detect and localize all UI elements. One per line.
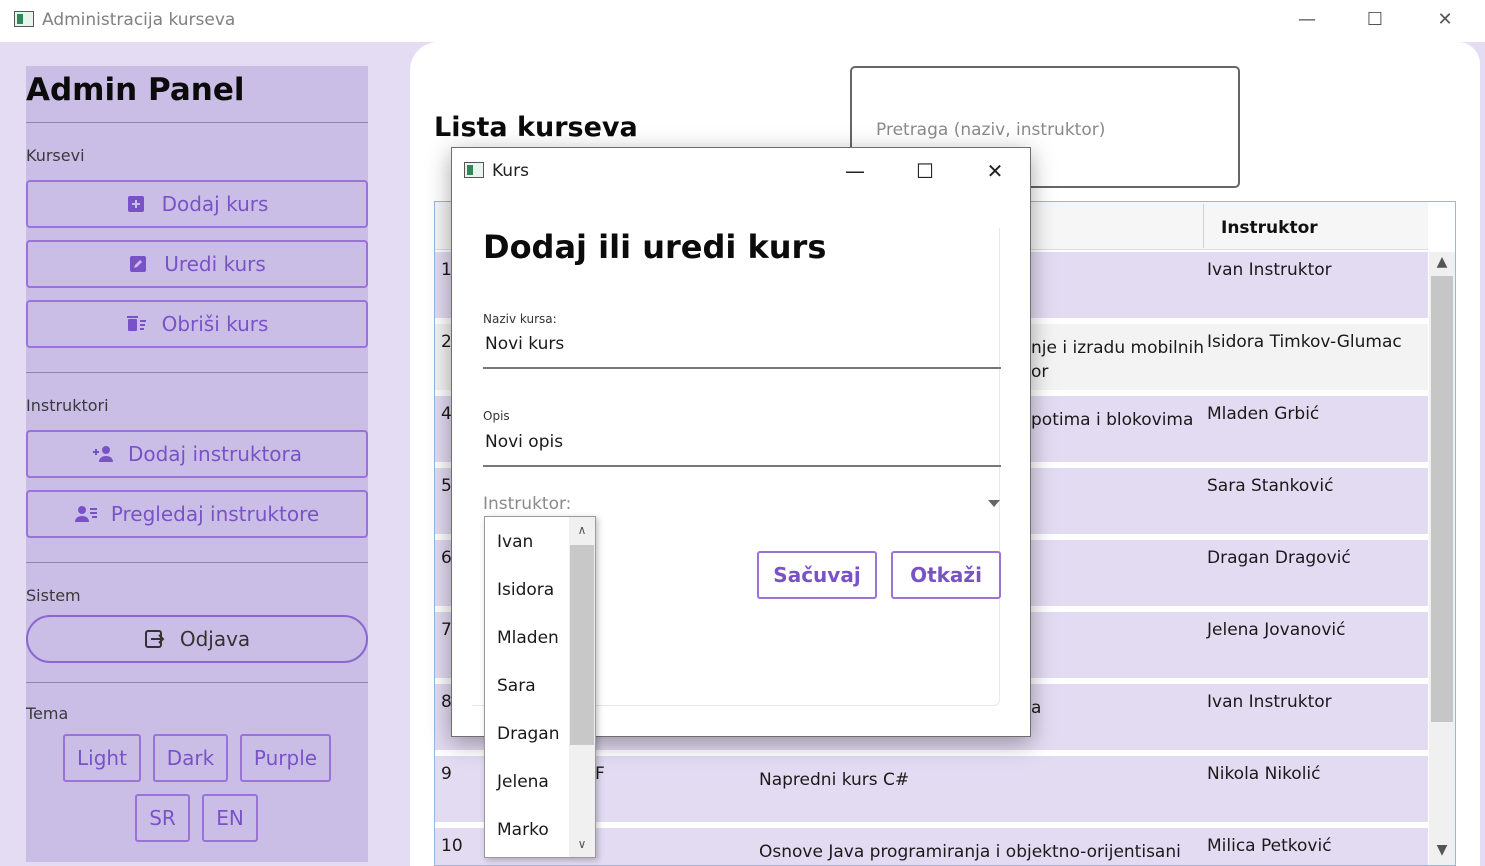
- cell-course: potima i blokovima: [1031, 410, 1194, 430]
- dropdown-scrollbar[interactable]: ∧ ∨: [569, 517, 595, 857]
- minimize-button[interactable]: —: [1284, 4, 1330, 36]
- section-instructors-label: Instruktori: [26, 396, 109, 415]
- cell-instructor: Milica Petković: [1207, 836, 1332, 856]
- instructor-dropdown[interactable]: Ivan Isidora Mladen Sara Dragan Jelena M…: [484, 516, 596, 858]
- name-field[interactable]: Novi kurs: [485, 334, 564, 354]
- sidebar: Admin Panel Kursevi Dodaj kurs Uredi kur…: [26, 66, 368, 862]
- dropdown-option[interactable]: Ivan: [497, 532, 533, 552]
- column-header-instructor[interactable]: Instruktor: [1221, 218, 1318, 238]
- dialog-close-button[interactable]: ✕: [972, 155, 1018, 187]
- cell-course: a: [1031, 698, 1042, 718]
- dropdown-option[interactable]: Isidora: [497, 580, 554, 600]
- instructor-combobox[interactable]: Instruktor:: [483, 494, 571, 514]
- language-sr-button[interactable]: SR: [135, 794, 190, 842]
- chevron-down-icon[interactable]: ∨: [569, 837, 595, 851]
- plus-square-icon: [126, 194, 148, 214]
- section-courses-label: Kursevi: [26, 146, 85, 165]
- cell-course: nje i izradu mobilnih: [1031, 338, 1204, 358]
- add-instructor-label: Dodaj instruktora: [127, 442, 303, 466]
- cell-course: Osnove Java programiranja i objektno-ori…: [759, 842, 1181, 862]
- app-icon: [14, 11, 34, 27]
- scroll-down-icon[interactable]: ▼: [1429, 842, 1455, 858]
- cell-instructor: Jelena Jovanović: [1207, 620, 1346, 640]
- save-button[interactable]: Sačuvaj: [757, 551, 877, 599]
- dropdown-option[interactable]: Dragan: [497, 724, 559, 744]
- section-theme-label: Tema: [26, 704, 69, 723]
- chevron-up-icon[interactable]: ∧: [569, 523, 595, 537]
- theme-purple-button[interactable]: Purple: [240, 734, 331, 782]
- dialog-titlebar: Kurs — ☐ ✕: [452, 148, 1030, 194]
- cancel-button[interactable]: Otkaži: [891, 551, 1001, 599]
- view-instructors-button[interactable]: Pregledaj instruktore: [26, 490, 368, 538]
- column-separator: [1203, 204, 1204, 248]
- grid-scrollbar[interactable]: ▲ ▼: [1429, 252, 1455, 865]
- cell-id: 9: [441, 764, 452, 784]
- add-course-label: Dodaj kurs: [161, 192, 269, 216]
- app-icon: [464, 162, 484, 178]
- dialog-heading: Dodaj ili uredi kurs: [483, 228, 827, 266]
- cell-instructor: Nikola Nikolić: [1207, 764, 1321, 784]
- cell-instructor: Ivan Instruktor: [1207, 260, 1332, 280]
- description-field[interactable]: Novi opis: [485, 432, 563, 452]
- cell-course-line2: or: [1031, 362, 1049, 382]
- divider: [26, 682, 368, 683]
- scrollbar-thumb[interactable]: [570, 545, 594, 745]
- cell-instructor: Sara Stanković: [1207, 476, 1334, 496]
- person-list-icon: [74, 504, 97, 524]
- theme-light-button[interactable]: Light: [63, 734, 141, 782]
- dialog-maximize-button[interactable]: ☐: [902, 155, 948, 187]
- add-course-button[interactable]: Dodaj kurs: [26, 180, 368, 228]
- dialog-minimize-button[interactable]: —: [832, 155, 878, 187]
- delete-list-icon: [126, 314, 148, 334]
- divider: [26, 562, 368, 563]
- chevron-down-icon[interactable]: [988, 500, 1000, 507]
- delete-course-button[interactable]: Obriši kurs: [26, 300, 368, 348]
- dropdown-option[interactable]: Jelena: [497, 772, 549, 792]
- language-en-button[interactable]: EN: [202, 794, 258, 842]
- cell-instructor: Ivan Instruktor: [1207, 692, 1332, 712]
- cell-course: Napredni kurs C#: [759, 770, 910, 790]
- cell-code: F: [595, 764, 605, 784]
- dialog-title: Kurs: [492, 161, 529, 181]
- divider: [26, 122, 368, 123]
- dropdown-option[interactable]: Sara: [497, 676, 536, 696]
- close-button[interactable]: ✕: [1422, 4, 1468, 36]
- cell-id: 10: [441, 836, 463, 856]
- view-instructors-label: Pregledaj instruktore: [110, 502, 320, 526]
- name-field-label: Naziv kursa:: [483, 312, 557, 326]
- theme-dark-button[interactable]: Dark: [153, 734, 228, 782]
- page-title: Lista kurseva: [434, 112, 638, 143]
- description-field-label: Opis: [483, 409, 510, 423]
- person-add-icon: [92, 444, 114, 464]
- name-field-underline: [483, 367, 1001, 369]
- dropdown-option[interactable]: Marko: [497, 820, 549, 840]
- delete-course-label: Obriši kurs: [161, 312, 269, 336]
- window-titlebar: Administracija kurseva — ☐ ✕: [0, 0, 1485, 42]
- cell-instructor: Isidora Timkov-Glumac: [1207, 332, 1402, 352]
- dropdown-option[interactable]: Mladen: [497, 628, 559, 648]
- scrollbar-thumb[interactable]: [1431, 276, 1453, 722]
- window-title: Administracija kurseva: [42, 10, 236, 30]
- section-system-label: Sistem: [26, 586, 81, 605]
- sidebar-title: Admin Panel: [26, 72, 245, 108]
- maximize-button[interactable]: ☐: [1352, 4, 1398, 36]
- logout-button[interactable]: Odjava: [26, 615, 368, 663]
- edit-course-button[interactable]: Uredi kurs: [26, 240, 368, 288]
- scroll-up-icon[interactable]: ▲: [1429, 254, 1455, 270]
- description-field-underline: [483, 465, 1001, 467]
- cell-instructor: Mladen Grbić: [1207, 404, 1320, 424]
- divider: [26, 372, 368, 373]
- edit-icon: [128, 254, 150, 274]
- logout-icon: [144, 629, 166, 649]
- search-placeholder: Pretraga (naziv, instruktor): [876, 120, 1106, 140]
- cell-instructor: Dragan Dragović: [1207, 548, 1351, 568]
- logout-label: Odjava: [179, 627, 251, 651]
- edit-course-label: Uredi kurs: [164, 252, 266, 276]
- add-instructor-button[interactable]: Dodaj instruktora: [26, 430, 368, 478]
